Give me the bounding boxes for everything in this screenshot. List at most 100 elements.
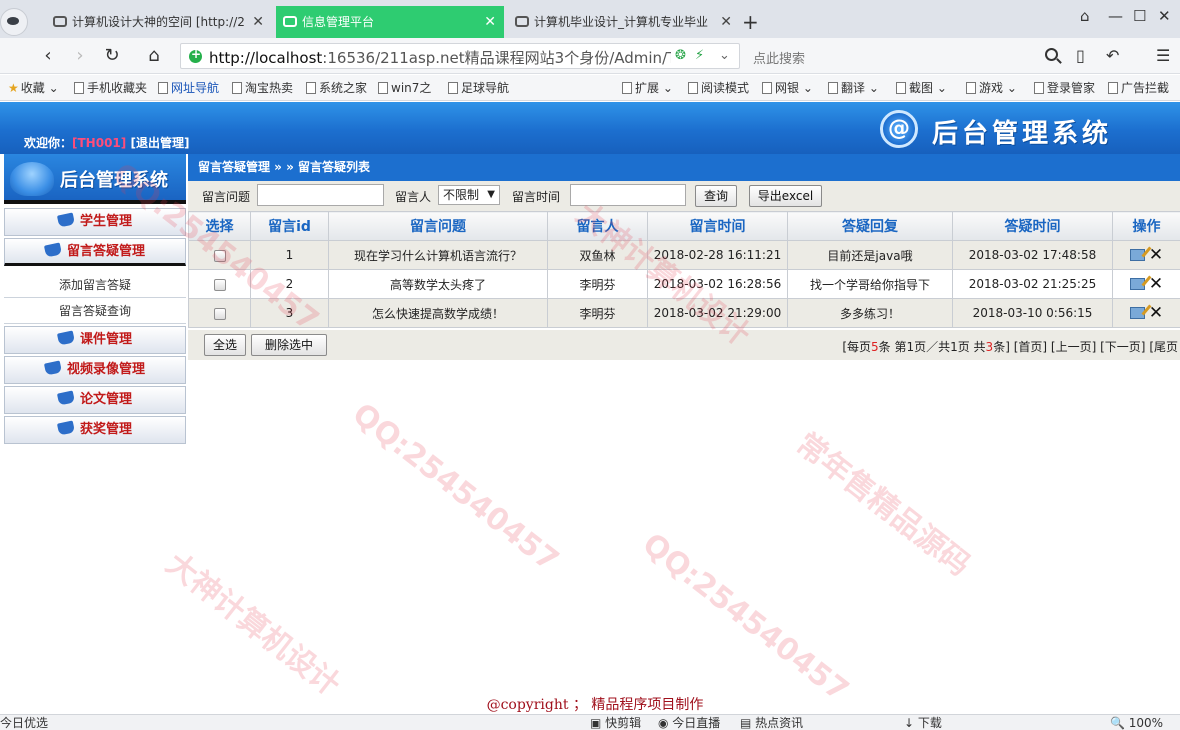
bookmark-item[interactable]: win7之 (378, 79, 431, 96)
question-input[interactable] (257, 184, 384, 206)
submenu-query-message[interactable]: 留言答疑查询 (4, 298, 186, 324)
person-select[interactable]: 不限制 ▼ (438, 185, 500, 205)
status-today-picks[interactable]: 今日优选 (0, 716, 48, 730)
toolbar-login-manager[interactable]: 登录管家 (1034, 79, 1095, 96)
edit-icon[interactable] (1129, 278, 1145, 290)
column-header[interactable]: 留言问题 (328, 211, 548, 241)
pager-last[interactable]: [尾页 (1149, 340, 1178, 354)
edit-icon[interactable] (1129, 249, 1145, 261)
status-zoom[interactable]: 🔍 100% (1110, 716, 1163, 730)
column-header[interactable]: 留言时间 (647, 211, 788, 241)
toolbar-bank[interactable]: 网银 ⌄ (762, 79, 813, 96)
query-button[interactable]: 查询 (695, 185, 737, 207)
skin-icon[interactable]: ⌂ (1080, 6, 1090, 26)
search-box[interactable]: 点此搜索 (742, 43, 1064, 69)
status-live[interactable]: ◉ 今日直播 (658, 716, 720, 730)
row-checkbox[interactable] (213, 307, 226, 320)
cell-time: 2018-02-28 16:11:21 (647, 240, 788, 270)
octopus-logo-icon (10, 162, 54, 196)
maximize-icon[interactable]: ☐ (1133, 6, 1146, 26)
column-header[interactable]: 答疑时间 (952, 211, 1113, 241)
page-icon (306, 82, 316, 94)
row-checkbox[interactable] (213, 249, 226, 262)
window-close-icon[interactable]: ✕ (1158, 6, 1171, 26)
welcome-text: 欢迎你：[TH001] [退出管理] (24, 136, 190, 150)
speed-mode-icon[interactable]: ❂ (675, 48, 686, 63)
search-icon[interactable] (1045, 48, 1058, 61)
back-arrow-icon[interactable]: ‹ (36, 44, 60, 68)
sidebar-item-paper[interactable]: 论文管理 (4, 386, 186, 414)
edit-icon[interactable] (1129, 307, 1145, 319)
forward-arrow-icon[interactable]: › (68, 44, 92, 68)
toolbar-ad-block[interactable]: 广告拦截 (1108, 79, 1169, 96)
phone-icon[interactable]: ▯ (1076, 46, 1085, 65)
select-all-button[interactable]: 全选 (204, 334, 246, 356)
bookmark-item[interactable]: 网址导航 (158, 79, 219, 96)
row-checkbox[interactable] (213, 278, 226, 291)
refresh-icon[interactable]: ↻ (100, 44, 124, 68)
export-excel-button[interactable]: 导出excel (749, 185, 822, 207)
secure-shield-icon (189, 47, 202, 63)
home-icon[interactable]: ⌂ (142, 44, 166, 68)
status-download[interactable]: ↓ 下载 (904, 716, 942, 730)
bookmark-item[interactable]: 系统之家 (306, 79, 367, 96)
pager-next[interactable]: [下一页] (1100, 340, 1145, 354)
column-header[interactable]: 答疑回复 (787, 211, 953, 241)
pager-first[interactable]: [首页] (1014, 340, 1047, 354)
browser-tab-1[interactable]: 计算机设计大神的空间 [http://2 ✕ (46, 6, 272, 38)
bookmark-item[interactable]: 手机收藏夹 (74, 79, 147, 96)
undo-icon[interactable]: ↶ (1106, 46, 1119, 65)
column-header[interactable]: 留言人 (547, 211, 648, 241)
cell-reply: 多多练习！ (787, 298, 953, 328)
sidebar-item-awards[interactable]: 获奖管理 (4, 416, 186, 444)
actions-cell: ✕ (1112, 298, 1180, 328)
browser-tab-title: 信息管理平台 (302, 15, 375, 29)
pager-prev[interactable]: [上一页] (1051, 340, 1096, 354)
menu-icon[interactable]: ☰ (1156, 46, 1170, 65)
cell-person: 李明芬 (547, 298, 648, 328)
lightning-icon[interactable]: ⚡ (695, 48, 704, 63)
close-icon[interactable]: ✕ (720, 6, 732, 38)
brand-title: 后台管理系统 (932, 119, 1113, 149)
close-icon[interactable]: ✕ (252, 6, 264, 38)
game-pad-icon (53, 16, 67, 27)
sidebar-item-video[interactable]: 视频录像管理 (4, 356, 186, 384)
select-cell (188, 240, 251, 270)
address-bar[interactable]: http://localhost:16536/211asp.net精品课程网站3… (180, 43, 740, 69)
toolbar-extensions[interactable]: 扩展 ⌄ (622, 79, 673, 96)
sidebar-item-student[interactable]: 学生管理 (4, 208, 186, 236)
toolbar-translate[interactable]: 翻译 ⌄ (828, 79, 879, 96)
bookmarks-bar: ★ 收藏 ⌄ 手机收藏夹 网址导航 淘宝热卖 系统之家 win7之 足球导航 扩展… (0, 75, 1180, 101)
sidebar-logo: 后台管理系统 (4, 154, 186, 204)
address-url[interactable]: http://localhost:16536/211asp.net精品课程网站3… (209, 47, 671, 68)
copyright: @copyright ； 精品程序项目制作 (486, 697, 704, 713)
breadcrumb: 留言答疑管理 » » 留言答疑列表 (188, 154, 1180, 181)
browser-logo-icon[interactable] (0, 8, 28, 36)
column-header[interactable]: 留言id (250, 211, 329, 241)
status-quick-edit[interactable]: ▣ 快剪辑 (590, 716, 641, 730)
minimize-icon[interactable]: — (1108, 6, 1123, 26)
sidebar-item-courseware[interactable]: 课件管理 (4, 326, 186, 354)
submenu-add-message[interactable]: 添加留言答疑 (4, 272, 186, 298)
toolbar-reader-mode[interactable]: 阅读模式 (688, 79, 749, 96)
bookmark-item[interactable]: 足球导航 (448, 79, 509, 96)
table-row: 3 怎么快速提高数学成绩！ 李明芬 2018-03-02 21:29:00 多多… (188, 298, 1180, 328)
sidebar-item-messages[interactable]: 留言答疑管理 (4, 238, 186, 266)
bookmark-favorites[interactable]: ★ 收藏 ⌄ (8, 79, 59, 96)
time-input[interactable] (570, 184, 686, 206)
search-placeholder: 点此搜索 (753, 52, 806, 67)
toolbar-screenshot[interactable]: 截图 ⌄ (896, 79, 947, 96)
browser-tab-3[interactable]: 计算机毕业设计_计算机专业毕业 ✕ (508, 6, 740, 38)
close-icon[interactable]: ✕ (484, 6, 496, 38)
browser-tab-2[interactable]: 信息管理平台 ✕ (276, 6, 504, 38)
bookmark-item[interactable]: 淘宝热卖 (232, 79, 293, 96)
status-news[interactable]: ▤ 热点资讯 (740, 716, 803, 730)
cell-id: 2 (250, 269, 329, 299)
toolbar-games[interactable]: 游戏 ⌄ (966, 79, 1017, 96)
logout-link[interactable]: [退出管理] (130, 136, 189, 150)
new-tab-icon[interactable]: + (742, 6, 759, 38)
chevron-down-icon[interactable]: ⌄ (719, 48, 730, 63)
menu-item-icon (43, 360, 63, 376)
delete-selected-button[interactable]: 删除选中 (251, 334, 327, 356)
page-icon (232, 82, 242, 94)
